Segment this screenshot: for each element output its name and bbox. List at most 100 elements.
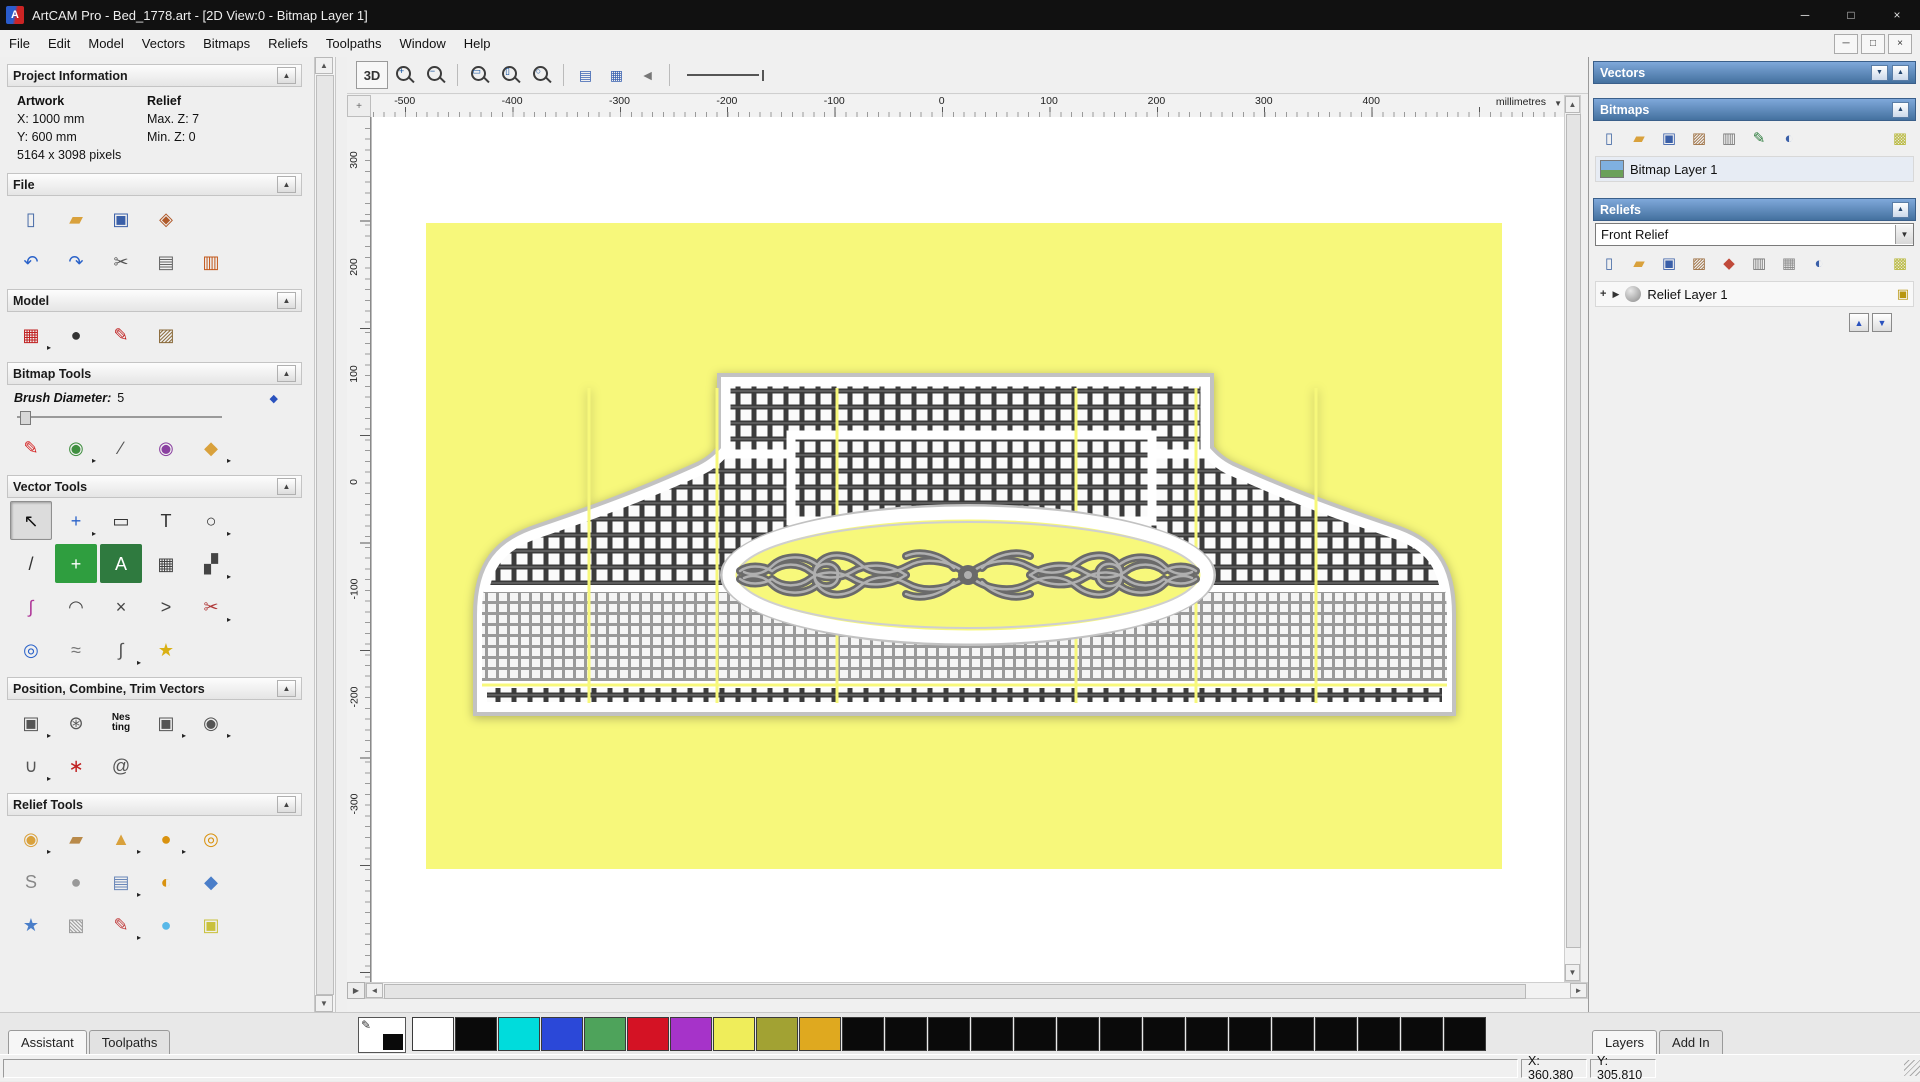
- zoom-page-icon[interactable]: ▯: [496, 61, 525, 89]
- bitmap-add-layer-icon[interactable]: ▩: [1886, 125, 1914, 151]
- rollup-button[interactable]: ▲: [277, 796, 296, 813]
- fit-arc-tool[interactable]: ∪ ▸: [10, 746, 52, 785]
- colour-swatch[interactable]: [412, 1017, 454, 1051]
- bitmap-levels-icon[interactable]: ▥: [1715, 125, 1743, 151]
- rollup-button[interactable]: ▲: [277, 680, 296, 697]
- star-relief-icon[interactable]: ★: [10, 905, 52, 944]
- mdi-restore-button[interactable]: □: [1861, 33, 1885, 54]
- offset-relief-icon[interactable]: ▣: [190, 905, 232, 944]
- scrollbar-thumb[interactable]: [384, 984, 1526, 999]
- panel-splitter-button[interactable]: ▶: [347, 982, 365, 999]
- two-rail-sweep-icon[interactable]: ◎: [190, 819, 232, 858]
- measure-icon[interactable]: ◄: [633, 61, 662, 89]
- rollup-button[interactable]: ▲: [277, 365, 296, 382]
- zoom-in-icon[interactable]: +: [390, 61, 419, 89]
- star-tool[interactable]: ★: [145, 630, 187, 669]
- new-model-icon[interactable]: ▯: [10, 199, 52, 238]
- relief-side-combobox[interactable]: Front Relief ▼: [1595, 223, 1914, 246]
- colour-swatch[interactable]: [971, 1017, 1013, 1051]
- greyscale-edit-icon[interactable]: ✎: [100, 315, 142, 354]
- select-vectors-tool[interactable]: ↖: [10, 501, 52, 540]
- colour-swatch[interactable]: [1186, 1017, 1228, 1051]
- trim-vectors-tool[interactable]: ✂ ▸: [190, 587, 232, 626]
- dome-relief-icon[interactable]: ● ▸: [145, 819, 187, 858]
- node-curve-tool[interactable]: ∫ ▸: [100, 630, 142, 669]
- brush-diameter-slider[interactable]: [17, 411, 222, 425]
- bitmap-texture-icon[interactable]: ▨: [1685, 125, 1713, 151]
- snap-toggle-icon[interactable]: ▦: [602, 61, 631, 89]
- save-model-icon[interactable]: ▣: [100, 199, 142, 238]
- open-relief-icon[interactable]: ▰: [1625, 250, 1653, 276]
- sculpting-icon[interactable]: ▰: [55, 819, 97, 858]
- join-vectors-tool[interactable]: >: [145, 587, 187, 626]
- colour-swatch[interactable]: [1444, 1017, 1486, 1051]
- artwork-headboard-design[interactable]: [426, 223, 1502, 869]
- stamp-vectors-tool[interactable]: ∗: [55, 746, 97, 785]
- tab-add-in[interactable]: Add In: [1659, 1030, 1723, 1055]
- shape-editor-icon[interactable]: ◉ ▸: [10, 819, 52, 858]
- swept-profile-icon[interactable]: S: [10, 862, 52, 901]
- relief-smooth-icon[interactable]: ▦: [1775, 250, 1803, 276]
- cut-icon[interactable]: ✂: [100, 242, 142, 281]
- move-layer-down-icon[interactable]: ▼: [1872, 313, 1892, 332]
- scroll-right-icon[interactable]: ►: [1570, 983, 1587, 998]
- colour-swatch[interactable]: [1229, 1017, 1271, 1051]
- scrollbar-thumb[interactable]: [1566, 114, 1581, 948]
- relief-texture-icon[interactable]: ▨: [1685, 250, 1713, 276]
- paint-selective-icon[interactable]: ◉ ▸: [55, 428, 97, 467]
- ellipse-tool[interactable]: ○ ▸: [190, 501, 232, 540]
- colour-swatch[interactable]: [756, 1017, 798, 1051]
- colour-swatch[interactable]: [498, 1017, 540, 1051]
- circular-array-tool[interactable]: ⊛: [55, 703, 97, 742]
- zoom-box-icon[interactable]: ▭: [465, 61, 494, 89]
- smooth-relief-icon[interactable]: ▲ ▸: [100, 819, 142, 858]
- add-icon[interactable]: +: [1600, 288, 1606, 300]
- bitmap-layer-row[interactable]: Bitmap Layer 1: [1595, 156, 1914, 182]
- paint-relief-icon[interactable]: ✎ ▸: [100, 905, 142, 944]
- scroll-down-icon[interactable]: ▼: [315, 995, 333, 1012]
- copy-icon[interactable]: ▤: [145, 242, 187, 281]
- menu-item[interactable]: Vectors: [133, 32, 194, 55]
- bitmap-draw-icon[interactable]: ✎: [1745, 125, 1773, 151]
- colour-swatch[interactable]: [1401, 1017, 1443, 1051]
- menu-item[interactable]: Toolpaths: [317, 32, 391, 55]
- colour-swatch[interactable]: [842, 1017, 884, 1051]
- group-vectors-tool[interactable]: ▣ ▸: [145, 703, 187, 742]
- bitmap-merge-icon[interactable]: ◐: [1775, 125, 1803, 151]
- tab-layers[interactable]: Layers: [1592, 1030, 1658, 1055]
- node-edit-tool[interactable]: ×: [100, 587, 142, 626]
- scroll-up-icon[interactable]: ▲: [315, 57, 333, 74]
- align-vectors-tool[interactable]: ▣ ▸: [10, 703, 52, 742]
- pan-view-icon[interactable]: ▤: [571, 61, 600, 89]
- flood-fill-icon[interactable]: ◆ ▸: [190, 428, 232, 467]
- colour-picker-icon[interactable]: ∕: [100, 428, 142, 467]
- paint-brush-icon[interactable]: ✎: [10, 428, 52, 467]
- arc-tool[interactable]: ◠: [55, 587, 97, 626]
- maximize-button[interactable]: □: [1828, 0, 1874, 30]
- relief-layer-page-icon[interactable]: ▣: [1897, 286, 1909, 302]
- set-model-size-icon[interactable]: ▦ ▸: [10, 315, 52, 354]
- menu-item[interactable]: Bitmaps: [194, 32, 259, 55]
- close-button[interactable]: ×: [1874, 0, 1920, 30]
- scrollbar-thumb[interactable]: [316, 75, 334, 995]
- colour-swatch[interactable]: [584, 1017, 626, 1051]
- colour-swatch[interactable]: [799, 1017, 841, 1051]
- colour-swatch[interactable]: [1057, 1017, 1099, 1051]
- blur-relief-icon[interactable]: ●: [145, 905, 187, 944]
- separator[interactable]: [669, 64, 670, 86]
- relief-wizard-icon[interactable]: ◆: [1715, 250, 1743, 276]
- tab-toolpaths[interactable]: Toolpaths: [88, 1030, 171, 1055]
- open-bitmap-icon[interactable]: ▰: [1625, 125, 1653, 151]
- undo-icon[interactable]: ↶: [10, 242, 52, 281]
- vectors-menu-icon[interactable]: ▼: [1871, 64, 1888, 81]
- current-colour-swatch[interactable]: ✎: [358, 1017, 406, 1053]
- scroll-down-icon[interactable]: ▼: [1565, 964, 1580, 981]
- relief-add-layer-icon[interactable]: ▩: [1886, 250, 1914, 276]
- menu-item[interactable]: Edit: [39, 32, 79, 55]
- view-3d-button[interactable]: 3D: [356, 61, 388, 89]
- combobox-dropdown-icon[interactable]: ▼: [1895, 225, 1913, 244]
- weld-vectors-tool[interactable]: ◉ ▸: [190, 703, 232, 742]
- zoom-objects-icon[interactable]: ○: [527, 61, 556, 89]
- bitmaps-collapse-icon[interactable]: ▲: [1892, 101, 1909, 118]
- polyline-tool[interactable]: /: [10, 544, 52, 583]
